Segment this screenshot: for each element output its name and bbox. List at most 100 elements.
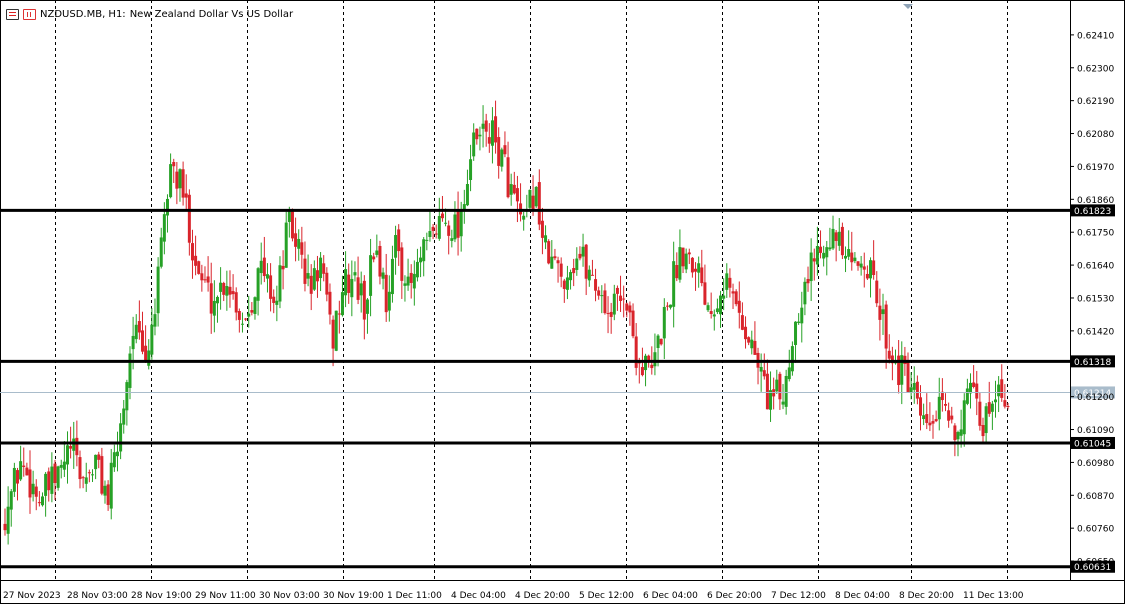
bear-candle [665, 305, 669, 307]
bull-candle [109, 462, 113, 509]
bear-candle [440, 213, 444, 219]
bear-candle [87, 472, 91, 474]
bull-candle [312, 268, 316, 290]
symbol-description: New Zealand Dollar Vs US Dollar [129, 8, 294, 20]
bear-candle [865, 273, 869, 279]
bear-candle [372, 256, 376, 260]
bull-candle [6, 506, 10, 534]
bull-candle [422, 239, 426, 262]
bull-candle [775, 379, 779, 392]
bull-candle [225, 286, 229, 296]
bear-candle [934, 419, 938, 422]
bear-candle [590, 274, 594, 276]
time-tick-label: 28 Nov 03:00 [67, 591, 128, 601]
bear-candle [812, 258, 816, 262]
bull-candle [278, 265, 282, 302]
bear-candle [22, 465, 26, 467]
bull-candle [869, 260, 873, 279]
chart-list-icon[interactable] [6, 8, 19, 20]
bear-candle [884, 304, 888, 349]
bear-candle [325, 272, 329, 295]
bear-candle [559, 263, 563, 277]
bull-candle [9, 491, 13, 510]
bull-candle [490, 120, 494, 146]
bull-candle [662, 306, 666, 339]
bull-candle [481, 123, 485, 129]
level-price-label: 0.61823 [1074, 207, 1111, 217]
bull-candle [759, 366, 763, 372]
bear-candle [181, 169, 185, 198]
bull-candle [12, 467, 16, 492]
bear-candle [981, 425, 985, 437]
bear-candle [875, 280, 879, 304]
bear-candle [1003, 400, 1007, 407]
bear-candle [650, 364, 654, 369]
bear-candle [606, 313, 610, 315]
time-tick-label: 4 Dec 04:00 [451, 591, 506, 601]
bull-candle [56, 466, 60, 488]
time-tick-label: 5 Dec 12:00 [579, 591, 634, 601]
price-tick-label: 0.62300 [1077, 64, 1114, 74]
bull-candle [340, 292, 344, 316]
bull-candle [956, 432, 960, 440]
bear-candle [53, 463, 57, 484]
bear-candle [540, 220, 544, 238]
bear-candle [209, 283, 213, 314]
bear-candle [322, 263, 326, 274]
bull-candle [669, 304, 673, 308]
price-tick-label: 0.61970 [1077, 163, 1114, 173]
bear-candle [228, 286, 232, 295]
bear-candle [953, 425, 957, 441]
bull-candle [600, 295, 604, 297]
bull-candle [509, 184, 513, 195]
bull-candle [912, 382, 916, 390]
bull-candle [984, 406, 988, 434]
bull-candle [359, 283, 363, 296]
bull-candle [781, 401, 785, 405]
bull-candle [922, 415, 926, 420]
bull-candle [253, 297, 257, 314]
bull-candle [284, 222, 288, 268]
bull-candle [128, 353, 132, 388]
bear-candle [431, 226, 435, 231]
price-tick-label: 0.61420 [1077, 327, 1114, 337]
price-tick-label: 0.61530 [1077, 294, 1114, 304]
time-tick-label: 11 Dec 13:00 [963, 591, 1024, 601]
price-chart[interactable]: 0.618230.613180.610450.606310.61214 0.62… [0, 0, 1125, 604]
time-tick-label: 1 Dec 11:00 [387, 591, 442, 601]
bear-candle [906, 360, 910, 393]
bull-candle [569, 272, 573, 281]
bull-candle [800, 307, 804, 324]
bear-candle [603, 290, 607, 314]
bear-candle [619, 295, 623, 301]
price-tick-label: 0.62410 [1077, 31, 1114, 41]
time-tick-label: 28 Nov 19:00 [131, 591, 192, 601]
bear-candle [615, 287, 619, 294]
bear-candle [294, 233, 298, 247]
bear-candle [506, 157, 510, 198]
bull-candle [265, 274, 269, 279]
bear-candle [290, 211, 294, 239]
bull-candle [997, 384, 1001, 397]
bull-candle [803, 281, 807, 305]
bull-candle [465, 184, 469, 206]
bull-candle [472, 132, 476, 157]
bull-candle [825, 247, 829, 258]
bear-candle [578, 253, 582, 259]
bear-candle [203, 279, 207, 281]
level-price-label: 0.61318 [1074, 358, 1111, 368]
bear-candle [184, 193, 188, 198]
bear-candle [850, 252, 854, 263]
bull-candle [450, 238, 454, 241]
bull-candle [697, 263, 701, 273]
chart-properties-icon[interactable] [23, 8, 36, 20]
bull-candle [787, 367, 791, 380]
bull-candle [44, 473, 48, 496]
bear-candle [75, 437, 79, 456]
bull-candle [797, 321, 801, 323]
bear-candle [597, 290, 601, 296]
bear-candle [269, 275, 273, 299]
bear-candle [175, 171, 179, 189]
bull-candle [853, 257, 857, 262]
bull-candle [65, 445, 69, 465]
